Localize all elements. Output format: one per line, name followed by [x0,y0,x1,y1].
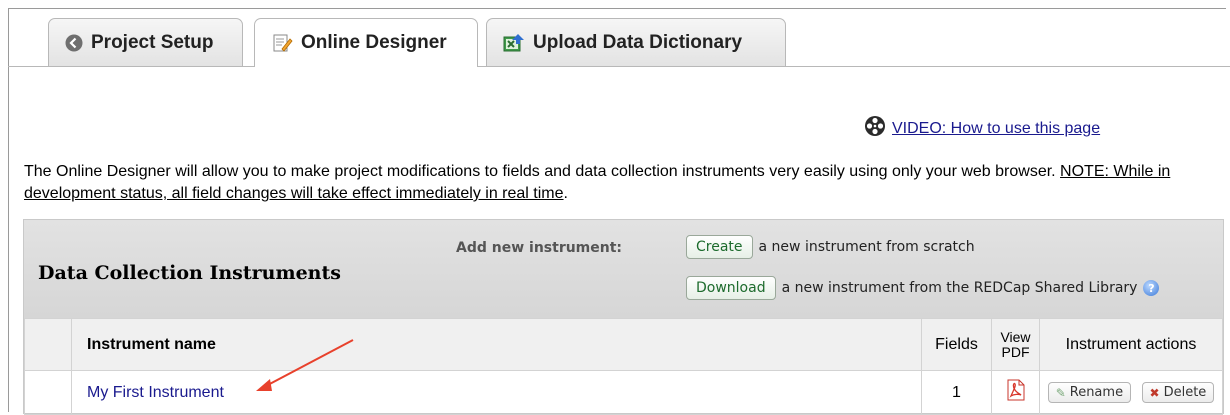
create-row: Create a new instrument from scratch [686,235,975,259]
instrument-actions-cell: ✎ Rename ✖ Delete [1039,370,1223,415]
tab-label: Upload Data Dictionary [533,31,743,53]
instrument-name-cell: My First Instrument [71,370,922,415]
table-row: My First Instrument 1 ✎ Rename ✖ Delete [24,370,1223,415]
delete-button[interactable]: ✖ Delete [1141,382,1215,403]
table-header-row: Instrument name Fields View PDF Instrume… [24,318,1223,371]
pdf-icon[interactable] [1007,379,1025,406]
download-row: Download a new instrument from the REDCa… [686,276,1160,300]
intro-text: The Online Designer will allow you to ma… [24,161,1214,205]
delete-label: Delete [1163,385,1207,400]
designer-edit-icon [273,33,293,53]
tab-project-setup[interactable]: Project Setup [48,18,243,66]
header-blank-cell [24,318,72,371]
excel-upload-icon [503,33,525,53]
add-instrument-label: Add new instrument: [456,240,623,256]
instruments-panel-header: Data Collection Instruments Add new inst… [24,220,1223,319]
help-icon[interactable]: ? [1143,280,1160,296]
header-pdf-label: PDF [1001,343,1030,360]
download-description: a new instrument from the REDCap Shared … [781,280,1138,296]
tab-online-designer[interactable]: Online Designer [254,18,478,67]
download-button[interactable]: Download [686,276,776,300]
video-link[interactable]: VIDEO: How to use this page [892,120,1100,138]
header-instrument-actions: Instrument actions [1039,318,1223,371]
back-arrow-circle-icon [65,34,83,52]
header-instrument-name: Instrument name [71,318,922,371]
tab-upload-data-dictionary[interactable]: Upload Data Dictionary [486,18,786,66]
tab-divider [8,66,1230,67]
delete-x-icon: ✖ [1149,385,1160,400]
rename-icon: ✎ [1055,385,1066,400]
video-link-row: VIDEO: How to use this page [864,115,1100,142]
header-view-pdf: View PDF [991,318,1040,371]
intro-body: The Online Designer will allow you to ma… [24,163,1061,180]
tab-label: Project Setup [91,31,214,53]
film-reel-icon [864,115,886,142]
row-blank-cell [24,370,72,415]
create-description: a new instrument from scratch [758,239,975,255]
rename-label: Rename [1069,385,1124,400]
instruments-panel: Data Collection Instruments Add new inst… [23,219,1224,415]
view-pdf-cell [991,370,1040,415]
intro-end: . [563,185,568,202]
instrument-link[interactable]: My First Instrument [87,384,224,401]
header-fields: Fields [921,318,992,371]
header-view-label: View [1000,328,1031,345]
rename-button[interactable]: ✎ Rename [1047,382,1132,403]
create-button[interactable]: Create [686,235,753,259]
annotation-arrow-icon [256,339,354,391]
fields-count: 1 [921,370,992,415]
tab-label: Online Designer [301,32,447,53]
panel-title: Data Collection Instruments [38,262,341,284]
instruments-table: Instrument name Fields View PDF Instrume… [24,318,1223,415]
